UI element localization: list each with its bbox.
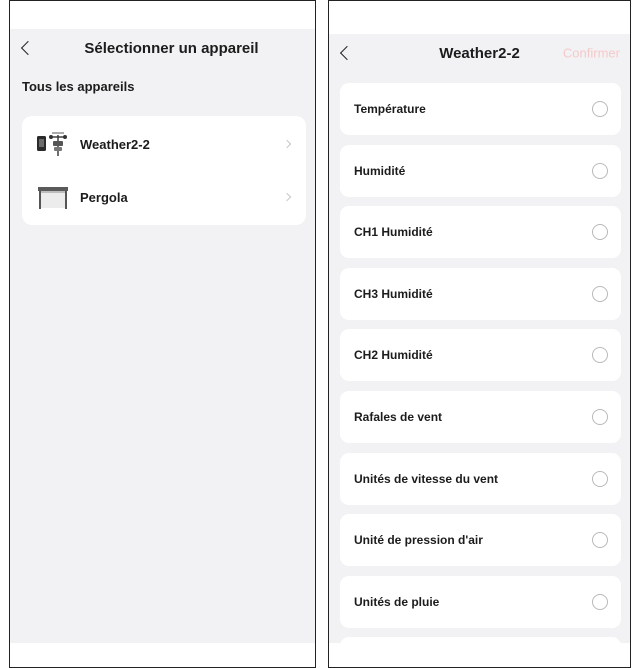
radio-button[interactable] [592, 593, 608, 610]
item-label: Unités de vitesse du vent [354, 471, 499, 486]
device-list: Weather2-2 Pergola [22, 116, 306, 225]
left-navbar: Sélectionner un appareil [10, 29, 315, 67]
item-label: CH3 Humidité [354, 286, 433, 301]
list-item-ch2-humidite[interactable]: CH2 Humidité [340, 329, 621, 382]
list-item-humidite[interactable]: Humidité [340, 144, 621, 197]
device-row-weather2-2[interactable]: Weather2-2 [22, 118, 306, 170]
bottom-bar [329, 643, 630, 667]
right-navbar: Weather2-2 Confirmer [329, 34, 630, 72]
item-label: CH1 Humidité [354, 225, 433, 240]
device-row-pergola[interactable]: Pergola [22, 171, 306, 223]
radio-button[interactable] [592, 162, 608, 179]
status-bar [329, 1, 630, 34]
list-item-ch3-humidite[interactable]: CH3 Humidité [340, 267, 621, 320]
item-label: Rafales de vent [354, 409, 443, 424]
radio-button[interactable] [592, 101, 608, 117]
list-item-unites-de-pluie[interactable]: Unités de pluie [340, 575, 621, 628]
confirm-button[interactable]: Confirmer [563, 46, 620, 61]
chevron-right-icon [282, 192, 292, 202]
parameter-list: Température Humidité CH1 Humidité CH3 Hu… [340, 83, 621, 667]
device-selection-screen: Sélectionner un appareil Tous les appare… [9, 0, 316, 668]
radio-button[interactable] [592, 532, 608, 549]
item-label: Température [354, 102, 426, 116]
radio-button[interactable] [592, 347, 608, 364]
item-label: Unité de pression d'air [354, 533, 483, 548]
section-title: Tous les appareils [22, 79, 135, 94]
radio-button[interactable] [592, 470, 608, 487]
item-label: Unités de pluie [354, 594, 440, 609]
bottom-bar [10, 643, 315, 667]
radio-button[interactable] [592, 408, 608, 425]
list-item-unite-pression-air[interactable]: Unité de pression d'air [340, 514, 621, 567]
list-item-unites-vitesse-vent[interactable]: Unités de vitesse du vent [340, 452, 621, 505]
list-item-rafales-de-vent[interactable]: Rafales de vent [340, 390, 621, 443]
status-bar [10, 1, 315, 29]
device-name: Weather2-2 [80, 136, 150, 152]
page-title: Sélectionner un appareil [84, 39, 259, 57]
pergola-icon [38, 187, 68, 209]
list-item-temperature[interactable]: Température [340, 83, 621, 135]
list-item-ch1-humidite[interactable]: CH1 Humidité [340, 206, 621, 259]
parameter-selection-screen: Weather2-2 Confirmer Température Humidit… [328, 0, 631, 668]
radio-button[interactable] [592, 285, 608, 302]
radio-button[interactable] [592, 224, 608, 241]
chevron-right-icon [282, 139, 292, 149]
item-label: CH2 Humidité [354, 348, 433, 363]
device-name: Pergola [80, 189, 128, 205]
weather-station-icon [37, 132, 67, 156]
item-label: Humidité [354, 163, 406, 178]
